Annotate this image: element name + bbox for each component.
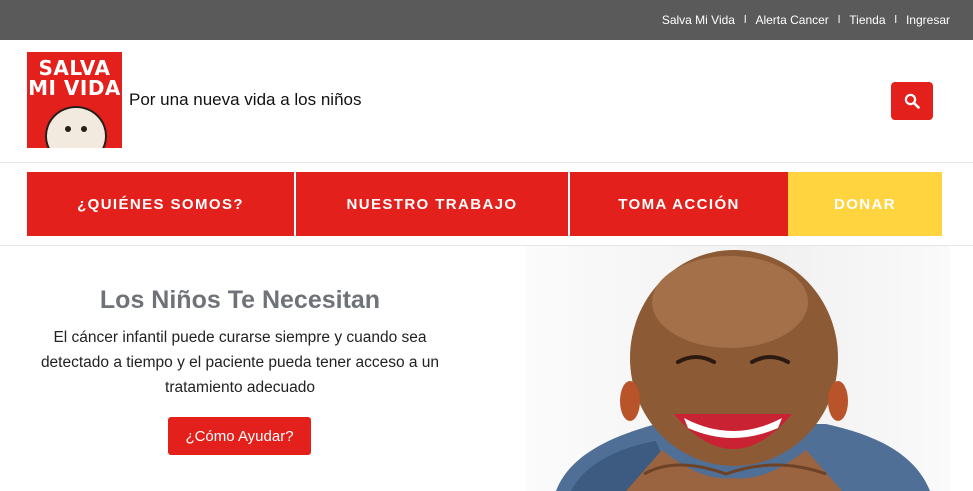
logo-line-2: MI VIDA xyxy=(28,76,121,100)
hero-content: Los Niños Te Necesitan El cáncer infanti… xyxy=(20,286,460,400)
nav-toma-accion[interactable]: TOMA ACCIÓN xyxy=(570,172,788,236)
smiling-child-illustration xyxy=(556,250,930,491)
top-separator: l xyxy=(894,14,897,26)
top-bar: Salva Mi Vida l Alerta Cancer l Tienda l… xyxy=(0,0,973,40)
top-link-tienda[interactable]: Tienda xyxy=(849,13,885,27)
search-icon xyxy=(904,93,920,109)
site-logo[interactable]: SALVA MI VIDA xyxy=(27,52,122,148)
logo-face-icon xyxy=(45,106,107,148)
top-links: Salva Mi Vida l Alerta Cancer l Tienda l… xyxy=(662,0,950,40)
logo-eye-icon xyxy=(65,126,71,132)
top-link-ingresar[interactable]: Ingresar xyxy=(906,13,950,27)
nav-quienes-somos[interactable]: ¿QUIÉNES SOMOS? xyxy=(27,172,294,236)
top-link-salva-mi-vida[interactable]: Salva Mi Vida xyxy=(662,13,735,27)
logo-text: SALVA MI VIDA xyxy=(27,58,122,98)
top-separator: l xyxy=(837,14,841,26)
site-header: SALVA MI VIDA Por una nueva vida a los n… xyxy=(0,40,973,163)
como-ayudar-button[interactable]: ¿Cómo Ayudar? xyxy=(168,417,311,455)
logo-line-1: SALVA xyxy=(38,56,111,80)
top-link-alerta-cancer[interactable]: Alerta Cancer xyxy=(755,13,828,27)
hero-image xyxy=(526,246,950,491)
hero-description: El cáncer infantil puede curarse siempre… xyxy=(40,329,440,396)
nav-donar[interactable]: DONAR xyxy=(788,172,942,236)
logo-eye-icon xyxy=(81,126,87,132)
site-tagline: Por una nueva vida a los niños xyxy=(129,90,362,109)
search-button[interactable] xyxy=(891,82,933,120)
hero-title: Los Niños Te Necesitan xyxy=(99,286,381,314)
main-nav: ¿QUIÉNES SOMOS? NUESTRO TRABAJO TOMA ACC… xyxy=(27,172,942,236)
top-separator: l xyxy=(743,14,747,26)
nav-nuestro-trabajo[interactable]: NUESTRO TRABAJO xyxy=(296,172,568,236)
